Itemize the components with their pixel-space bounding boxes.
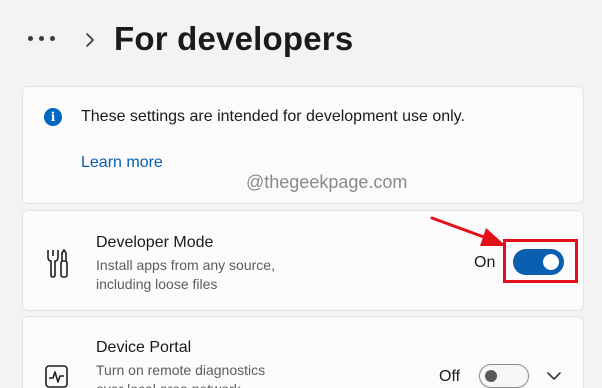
activity-monitor-icon bbox=[45, 365, 68, 388]
developer-mode-title: Developer Mode bbox=[96, 234, 214, 251]
learn-more-link[interactable]: Learn more bbox=[81, 154, 163, 172]
developer-mode-state: On bbox=[474, 254, 496, 271]
developer-mode-desc-line1: Install apps from any source, bbox=[96, 257, 275, 273]
device-portal-desc-line1: Turn on remote diagnostics bbox=[96, 362, 266, 378]
page-title: For developers bbox=[114, 20, 354, 57]
watermark: @thegeekpage.com bbox=[246, 172, 408, 192]
red-arrow-annotation bbox=[430, 216, 506, 246]
device-portal-desc-line2: over local area network bbox=[96, 380, 336, 388]
device-portal-state: Off bbox=[439, 368, 461, 385]
more-options-icon[interactable] bbox=[25, 34, 61, 44]
device-portal-title: Device Portal bbox=[96, 339, 192, 356]
developer-mode-desc-line2: including loose files bbox=[96, 276, 218, 292]
chevron-down-icon[interactable] bbox=[546, 370, 562, 382]
device-portal-toggle[interactable] bbox=[479, 364, 529, 388]
info-message: These settings are intended for developm… bbox=[81, 108, 465, 125]
page-header: For developers bbox=[0, 0, 602, 80]
chevron-right-icon bbox=[86, 33, 94, 47]
info-icon: i bbox=[44, 108, 62, 126]
toggle-knob bbox=[485, 370, 497, 382]
highlight-box-annotation bbox=[503, 239, 578, 283]
tools-icon bbox=[47, 249, 68, 278]
